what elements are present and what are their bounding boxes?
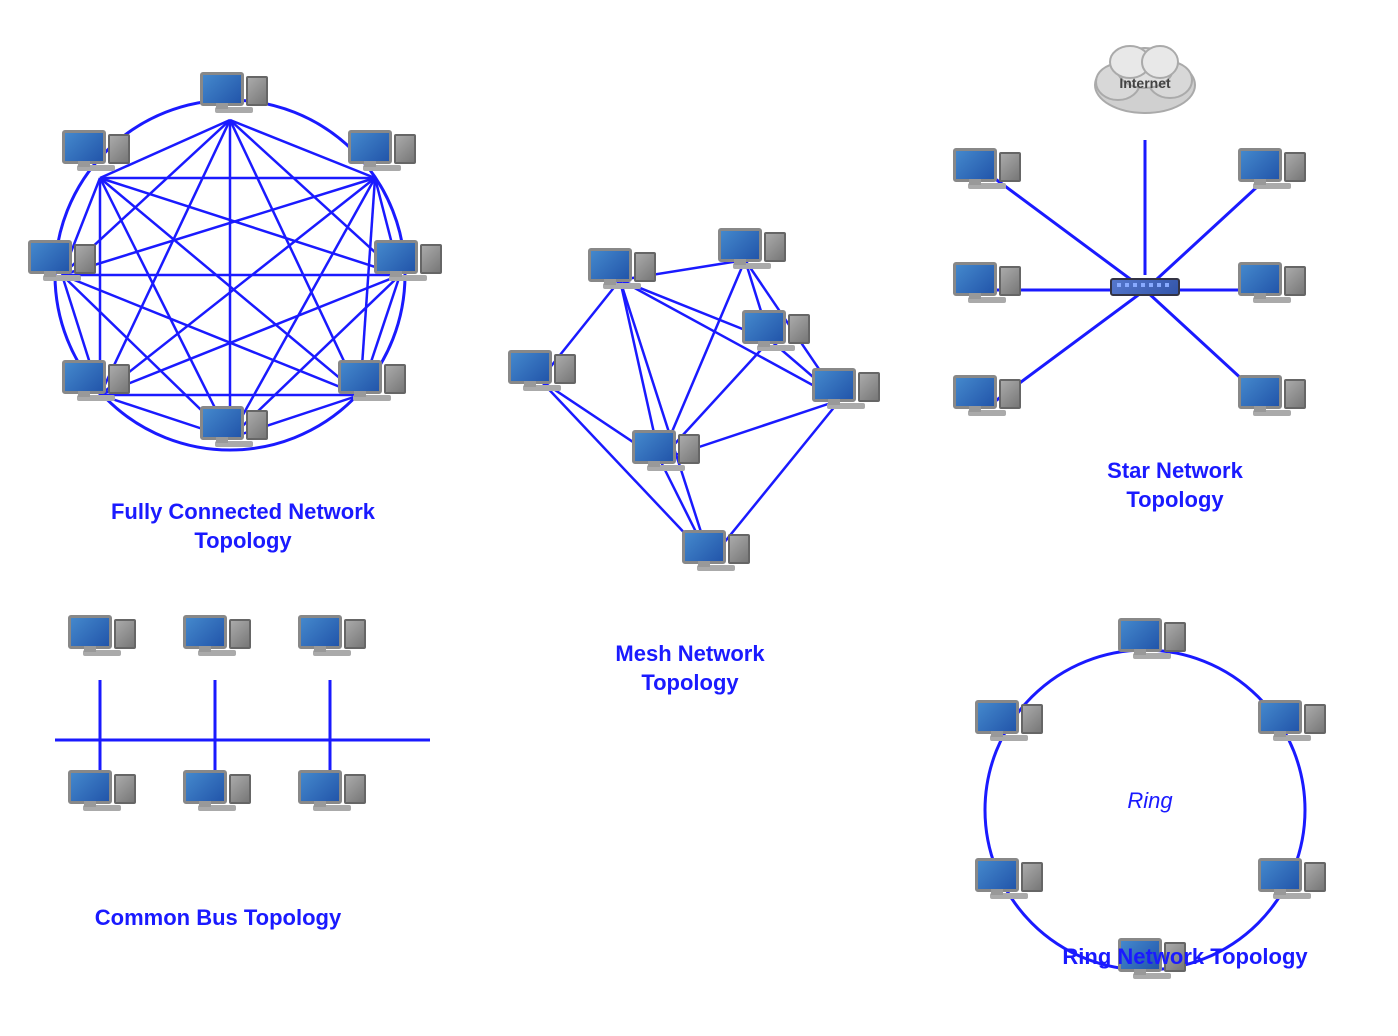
ring-center-label: Ring xyxy=(1100,788,1200,814)
ring-label: Ring Network Topology xyxy=(1060,943,1310,972)
internet-cloud: Internet xyxy=(1080,30,1210,125)
mesh-label: Mesh Network Topology xyxy=(580,640,800,697)
mesh-node-e xyxy=(508,350,576,391)
fc-node-left xyxy=(28,240,96,281)
fc-node-right xyxy=(374,240,442,281)
star-node-midright xyxy=(1238,262,1306,303)
fc-node-bottom xyxy=(200,406,268,447)
star-node-midleft xyxy=(953,262,1021,303)
mesh-node-g xyxy=(682,530,750,571)
fc-node-bottomright xyxy=(338,360,406,401)
ring-node-botleft xyxy=(975,858,1043,899)
star-node-topright xyxy=(1238,148,1306,189)
fc-node-topleft xyxy=(62,130,130,171)
common-bus-label: Common Bus Topology xyxy=(78,904,358,933)
bus-node-top1 xyxy=(68,615,136,656)
star-node-botright xyxy=(1238,375,1306,416)
fc-node-top xyxy=(200,72,268,113)
fc-node-bottomleft xyxy=(62,360,130,401)
star-label: Star Network Topology xyxy=(1060,457,1290,514)
mesh-node-c xyxy=(742,310,810,351)
ring-node-botright xyxy=(1258,858,1326,899)
mesh-node-d xyxy=(812,368,880,409)
bus-node-bot3 xyxy=(298,770,366,811)
bus-node-top3 xyxy=(298,615,366,656)
svg-text:Internet: Internet xyxy=(1119,75,1171,91)
mesh-node-a xyxy=(588,248,656,289)
star-node-botleft xyxy=(953,375,1021,416)
ring-node-topright xyxy=(1258,700,1326,741)
bus-node-bot2 xyxy=(183,770,251,811)
star-node-topleft xyxy=(953,148,1021,189)
bus-node-top2 xyxy=(183,615,251,656)
ring-node-top xyxy=(1118,618,1186,659)
fc-node-topright xyxy=(348,130,416,171)
mesh-node-f xyxy=(632,430,700,471)
fully-connected-label: Fully Connected Network Topology xyxy=(78,498,408,555)
bus-node-bot1 xyxy=(68,770,136,811)
mesh-node-b xyxy=(718,228,786,269)
ring-node-topleft xyxy=(975,700,1043,741)
